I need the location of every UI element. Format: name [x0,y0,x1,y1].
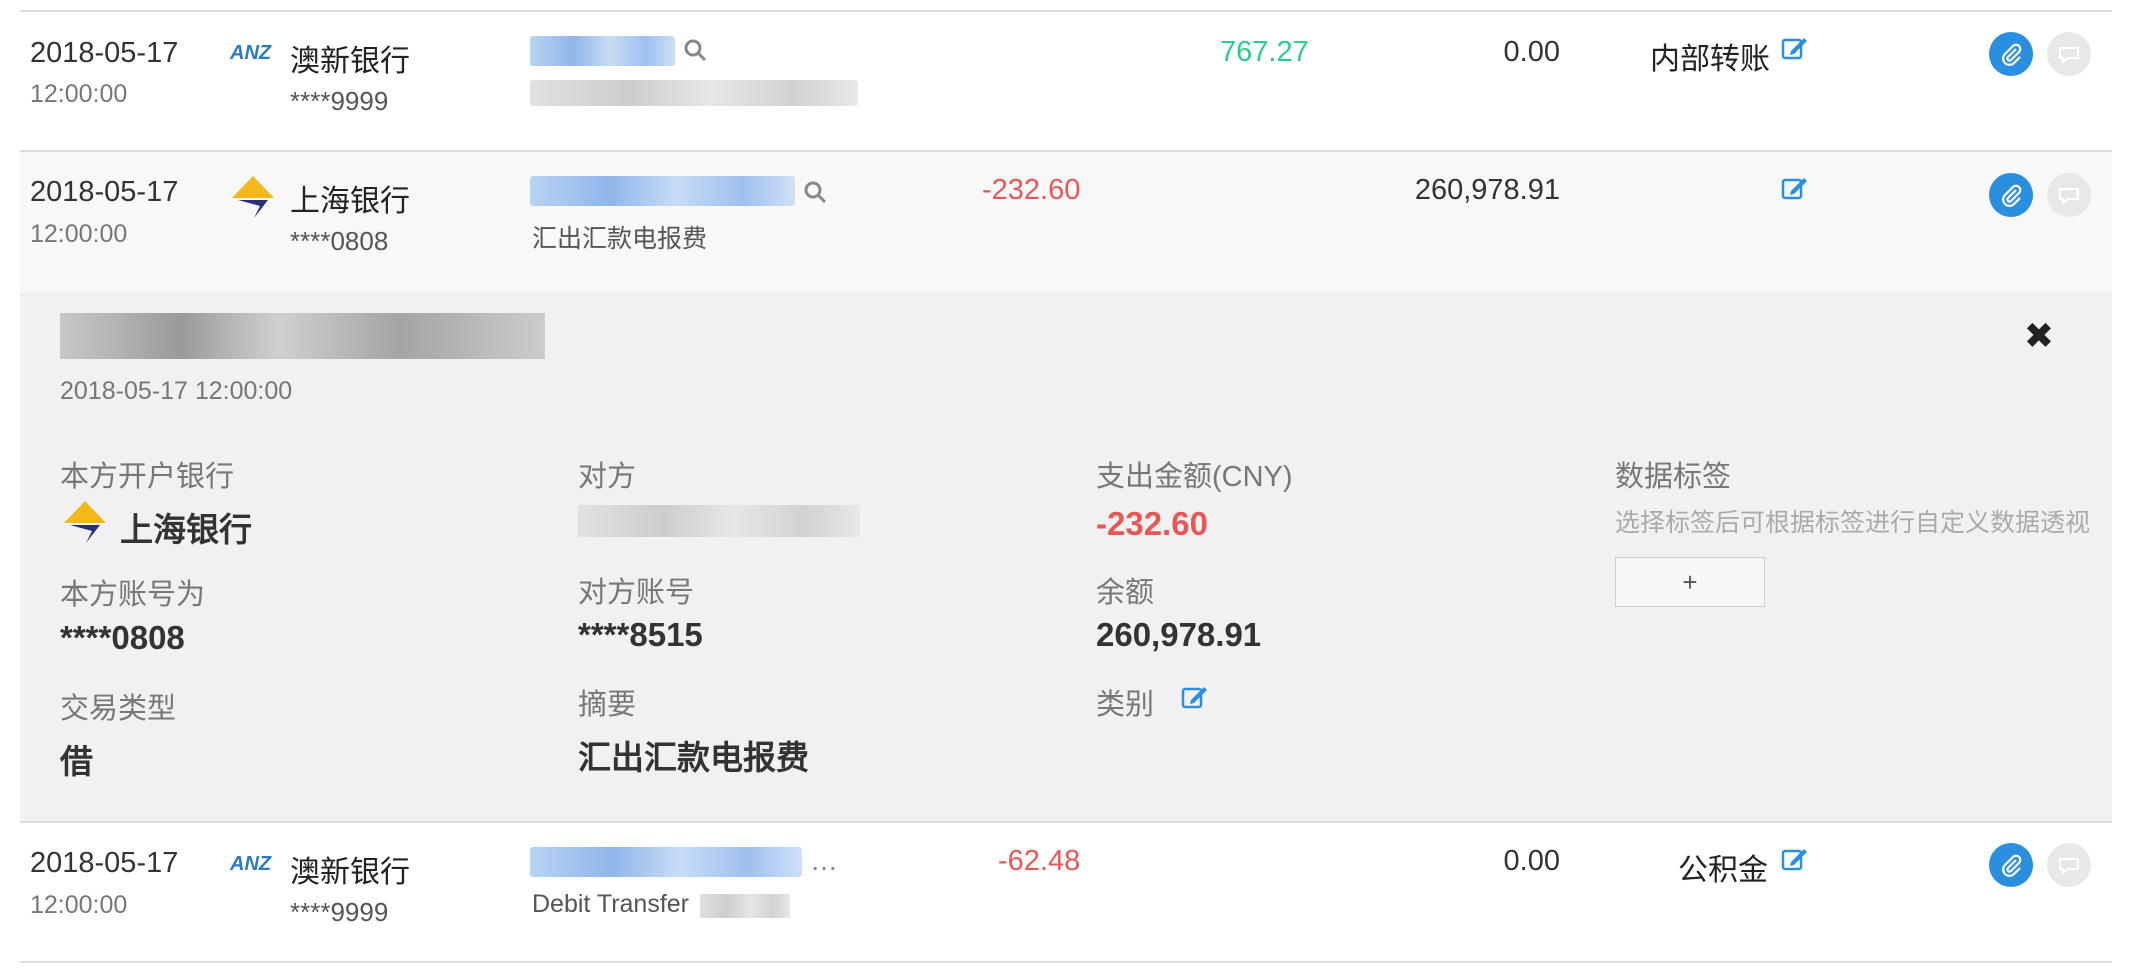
amount-value: -232.60 [1096,505,1208,542]
counterparty-name[interactable] [530,36,675,66]
amount-label: 支出金额(CNY) [1096,461,1293,493]
bank-of-shanghai-logo-icon [62,499,108,550]
row-date: 2018-05-17 [30,176,179,208]
anz-logo-icon: ANZ [230,42,272,64]
data-tags-label: 数据标签 [1615,461,1732,493]
bank-name: 澳新银行 [290,856,410,889]
own-bank-value: 上海银行 [120,511,252,548]
bank-of-shanghai-logo-icon [230,174,276,225]
counterparty-account-blurred [530,80,858,106]
comment-button[interactable] [2047,32,2091,76]
close-icon[interactable]: ✖ [2024,315,2054,357]
attachment-button[interactable] [1989,173,2033,217]
search-icon[interactable] [683,38,707,69]
transaction-type-value: 借 [60,743,93,780]
transaction-row[interactable]: 2018-05-17 12:00:00 ANZ 澳新银行 ****9999 76… [20,12,2112,150]
attachment-button[interactable] [1989,843,2033,887]
detail-date: 2018-05-17 12:00:00 [60,377,293,405]
bank-account: ****9999 [290,897,389,927]
bank-account: ****9999 [290,86,389,116]
balance-label: 余额 [1096,577,1155,609]
comment-button[interactable] [2047,173,2091,217]
memo-blurred [700,894,790,918]
row-memo: 汇出汇款电报费 [532,225,708,253]
income-amount: 767.27 [1220,36,1309,68]
bank-name: 上海银行 [290,185,410,218]
data-tags-hint: 选择标签后可根据标签进行自定义数据透视 [1615,509,2091,537]
counterparty-name-blurred [578,505,860,537]
edit-icon[interactable] [1180,683,1208,718]
own-account-label: 本方账号为 [60,579,206,611]
transaction-type-label: 交易类型 [60,693,177,725]
category-label: 公积金 [1678,854,1768,887]
bank-account: ****0808 [290,226,389,256]
expense-amount: -62.48 [998,845,1081,877]
edit-icon[interactable] [1780,845,1808,880]
counterparty-name[interactable] [530,847,802,877]
search-icon[interactable] [803,180,827,211]
bank-name: 澳新银行 [290,45,410,78]
row-divider [20,961,2112,963]
balance-amount: 0.00 [1503,845,1560,877]
counterparty-account-label: 对方账号 [578,577,695,609]
balance-value: 260,978.91 [1096,616,1262,653]
anz-logo-icon: ANZ [230,853,272,875]
own-account-value: ****0808 [60,619,185,656]
own-bank-label: 本方开户银行 [60,461,235,493]
truncation-ellipsis: … [810,845,838,876]
row-memo: Debit Transfer [532,890,690,918]
counterparty-account-value: ****8515 [578,616,703,653]
add-tag-button[interactable]: + [1615,557,1765,607]
transaction-row[interactable]: 2018-05-17 12:00:00 ANZ 澳新银行 ****9999 … … [20,823,2112,961]
category-label: 类别 [1096,689,1155,721]
row-time: 12:00:00 [30,891,128,919]
category-label: 内部转账 [1650,43,1770,76]
transaction-row-selected[interactable]: 2018-05-17 12:00:00 上海银行 ****0808 汇出汇款电报… [20,152,2112,293]
summary-value: 汇出汇款电报费 [578,739,809,776]
detail-title-blurred [60,313,545,359]
expense-amount: -232.60 [982,174,1081,206]
counterparty-name[interactable] [530,176,795,206]
comment-button[interactable] [2047,843,2091,887]
attachment-button[interactable] [1989,32,2033,76]
transaction-list: 2018-05-17 12:00:00 ANZ 澳新银行 ****9999 76… [20,0,2112,974]
edit-icon[interactable] [1780,34,1808,69]
row-date: 2018-05-17 [30,37,179,69]
summary-label: 摘要 [578,689,637,721]
edit-icon[interactable] [1780,174,1808,209]
row-time: 12:00:00 [30,220,128,248]
balance-amount: 260,978.91 [1414,174,1560,206]
row-date: 2018-05-17 [30,847,179,879]
row-time: 12:00:00 [30,80,128,108]
transaction-detail-panel: 2018-05-17 12:00:00 ✖ 本方开户银行 上海银行 本方账号为 … [20,293,2112,821]
counterparty-label: 对方 [578,461,637,493]
balance-amount: 0.00 [1503,36,1560,68]
